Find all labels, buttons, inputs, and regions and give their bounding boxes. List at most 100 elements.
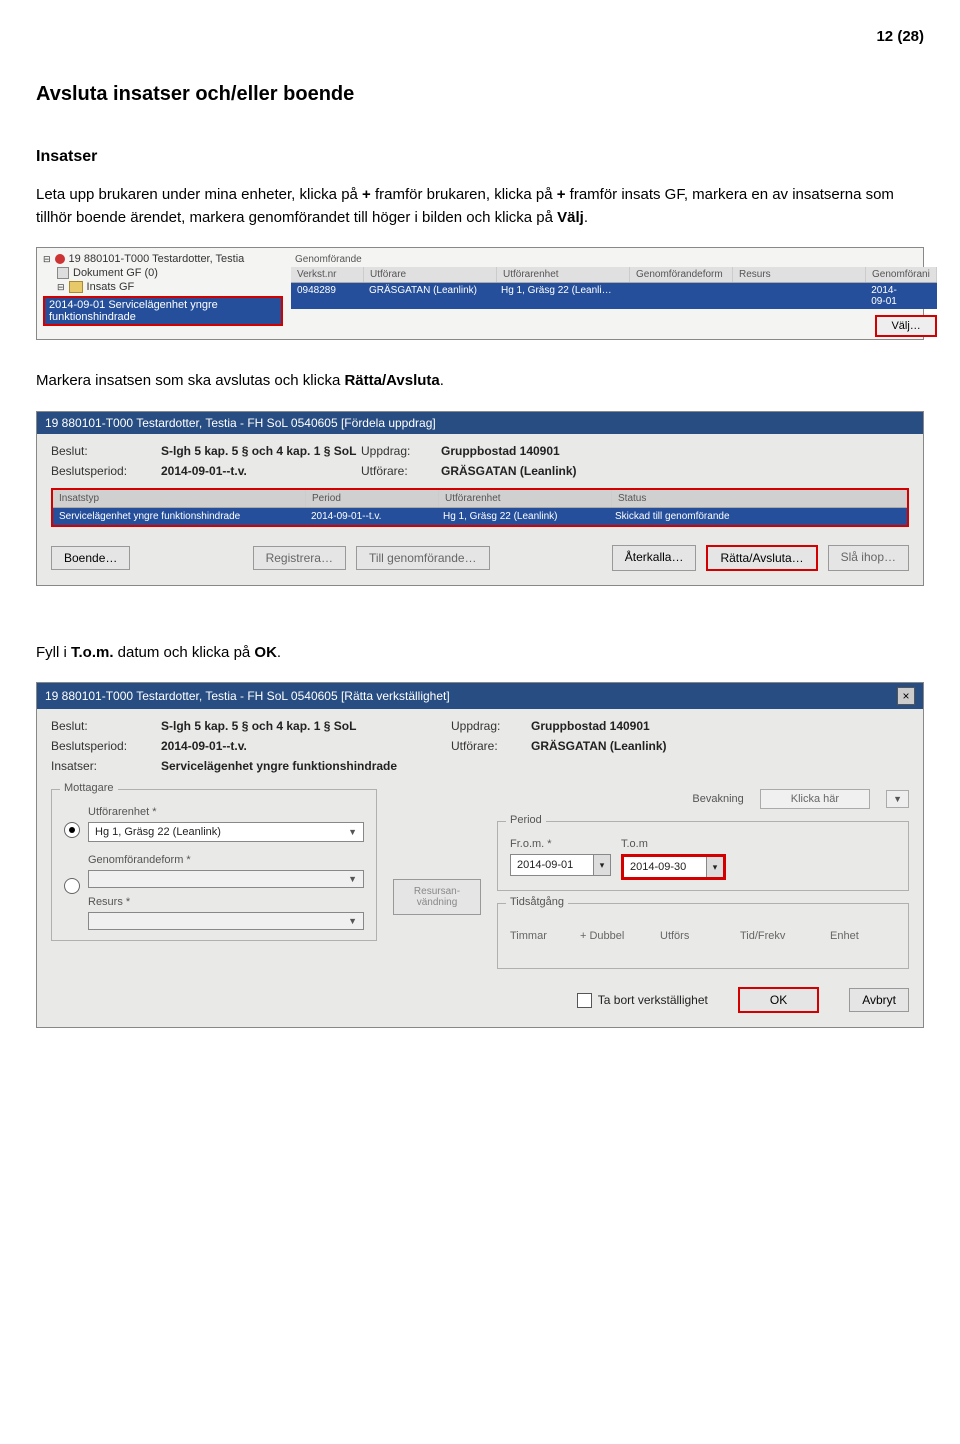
valj-button[interactable]: Välj… (875, 315, 936, 337)
cell-utforarenhet2: Hg 1, Gräsg 22 (Leanlink) (437, 508, 609, 525)
tree-row-selected[interactable]: 2014-09-01 Servicelägenhet yngre funktio… (43, 296, 283, 326)
para2-bold: Rätta/Avsluta (344, 372, 439, 389)
lbl-period: Beslutsperiod: (51, 464, 161, 478)
cell-verkstnr: 0948289 (291, 283, 363, 309)
para2-end: . (440, 372, 444, 389)
tree-selected-label: 2014-09-01 Servicelägenhet yngre funktio… (49, 299, 277, 323)
screenshot-2: 19 880101-T000 Testardotter, Testia - FH… (36, 411, 924, 586)
tree-dokument-label: Dokument GF (0) (73, 267, 158, 279)
col-utfors: Utförs (660, 930, 730, 942)
aterkalla-button[interactable]: Återkalla… (612, 545, 697, 571)
ok-button[interactable]: OK (738, 987, 819, 1013)
fieldset-tidsatgang: Tidsåtgång Timmar + Dubbel Utförs Tid/Fr… (497, 903, 909, 969)
screenshot-1: ⊟ 19 880101-T000 Testardotter, Testia Do… (36, 247, 924, 340)
val-utforare: GRÄSGATAN (Leanlink) (441, 464, 909, 478)
val3-insatser: Servicelägenhet yngre funktionshindrade (161, 759, 909, 773)
col-verkstnr: Verkst.nr (291, 267, 364, 282)
close-icon[interactable]: × (897, 687, 915, 705)
cell-insatstyp: Servicelägenhet yngre funktionshindrade (53, 508, 305, 525)
val3-uppdrag: Gruppbostad 140901 (531, 719, 909, 733)
col-insatstyp: Insatstyp (53, 490, 306, 507)
document-icon (57, 267, 69, 279)
lbl-utforarenhet: Utförarenhet * (88, 806, 364, 818)
grid-row-selected[interactable]: 0948289 GRÄSGATAN (Leanlink) Hg 1, Gräsg… (291, 283, 937, 309)
cell-period: 2014-09-01--t.v. (305, 508, 437, 525)
val3-period: 2014-09-01--t.v. (161, 739, 451, 753)
cell-status: Skickad till genomförande (609, 508, 907, 525)
window-title-3: 19 880101-T000 Testardotter, Testia - FH… (45, 689, 450, 703)
para-1: Leta upp brukaren under mina enheter, kl… (36, 184, 924, 229)
para1-end: . (584, 209, 588, 226)
para1-text: Leta upp brukaren under mina enheter, kl… (36, 186, 362, 203)
chevron-down-icon: ▼ (348, 874, 357, 884)
para3-mid: datum och klicka på (114, 644, 255, 661)
para1-plus1: + (362, 186, 371, 203)
avbryt-button[interactable]: Avbryt (849, 988, 909, 1012)
col-utforarenhet2: Utförarenhet (439, 490, 612, 507)
col-enhet: Enhet (830, 930, 890, 942)
para-3: Fyll i T.o.m. datum och klicka på OK. (36, 642, 924, 665)
tree-row-user[interactable]: ⊟ 19 880101-T000 Testardotter, Testia (43, 252, 283, 266)
dropdown-genomforandeform[interactable]: ▼ (88, 870, 364, 888)
legend-mottagare: Mottagare (60, 782, 118, 794)
radio-utforarenhet[interactable] (64, 822, 80, 838)
cell-resurs (729, 283, 861, 309)
val-from-date: 2014-09-01 (511, 856, 593, 874)
val-beslut: S-lgh 5 kap. 5 § och 4 kap. 1 § SoL (161, 444, 361, 458)
legend-period: Period (506, 814, 546, 826)
input-to-date[interactable]: 2014-09-30 ▾ (621, 854, 726, 880)
lbl-ta-bort: Ta bort verkställighet (598, 993, 708, 1007)
para3-bold2: OK (254, 644, 277, 661)
para-2: Markera insatsen som ska avslutas och kl… (36, 370, 924, 393)
registrera-button[interactable]: Registrera… (253, 546, 346, 570)
lbl-resurs: Resurs * (88, 896, 364, 908)
calendar-icon[interactable]: ▾ (593, 855, 610, 875)
para1-mid1: framför brukaren, klicka på (371, 186, 557, 203)
lbl-beslut: Beslut: (51, 444, 161, 458)
val-to-date: 2014-09-30 (624, 858, 706, 876)
lbl3-period: Beslutsperiod: (51, 739, 161, 753)
lbl-uppdrag: Uppdrag: (361, 444, 441, 458)
lbl-genomforandeform: Genomförandeform * (88, 854, 364, 866)
boende-button[interactable]: Boende… (51, 546, 130, 570)
val3-beslut: S-lgh 5 kap. 5 § och 4 kap. 1 § SoL (161, 719, 451, 733)
lbl3-beslut: Beslut: (51, 719, 161, 733)
lbl-bevakning: Bevakning (692, 793, 743, 805)
radio-genomforandeform[interactable] (64, 878, 80, 894)
calendar-icon[interactable]: ▾ (706, 857, 723, 877)
input-from-date[interactable]: 2014-09-01 ▾ (510, 854, 611, 876)
lbl-tom: T.o.m (621, 838, 726, 850)
ratta-avsluta-button[interactable]: Rätta/Avsluta… (706, 545, 817, 571)
val3-utforare: GRÄSGATAN (Leanlink) (531, 739, 909, 753)
page-number: 12 (28) (36, 28, 924, 45)
para2-before: Markera insatsen som ska avslutas och kl… (36, 372, 344, 389)
cell-genomforandeform (627, 283, 729, 309)
col-dubbel: + Dubbel (580, 930, 650, 942)
folder-icon (69, 281, 83, 293)
sla-ihop-button[interactable]: Slå ihop… (828, 545, 909, 571)
val-uppdrag: Gruppbostad 140901 (441, 444, 909, 458)
chevron-down-icon[interactable]: ▼ (886, 790, 909, 808)
tree-row-insats[interactable]: ⊟ Insats GF (43, 280, 283, 294)
col-tidfrekv: Tid/Frekv (740, 930, 820, 942)
col-resurs: Resurs (733, 267, 866, 282)
checkbox-ta-bort[interactable]: Ta bort verkställighet (577, 993, 708, 1008)
lbl3-insatser: Insatser: (51, 759, 161, 773)
cell-utforarenhet: Hg 1, Gräsg 22 (Leanli… (495, 283, 627, 309)
col-utforare: Utförare (364, 267, 497, 282)
col-timmar: Timmar (510, 930, 570, 942)
resursanvandning-button[interactable]: Resursan- vändning (393, 879, 481, 915)
para3-before: Fyll i (36, 644, 71, 661)
till-genomforande-button[interactable]: Till genomförande… (356, 546, 490, 570)
table-row[interactable]: Servicelägenhet yngre funktionshindrade … (53, 508, 907, 525)
cell-date: 2014-09-01 (861, 283, 937, 309)
tree-insats-label: Insats GF (87, 281, 135, 293)
tree-row-dokument[interactable]: Dokument GF (0) (43, 266, 283, 280)
dropdown-resurs[interactable]: ▼ (88, 912, 364, 930)
grid-header: Verkst.nr Utförare Utförarenhet Genomför… (291, 267, 937, 283)
fieldset-period: Period Fr.o.m. * 2014-09-01 ▾ T.o.m (497, 821, 909, 891)
lbl3-utforare: Utförare: (451, 739, 531, 753)
dropdown-utforarenhet[interactable]: Hg 1, Gräsg 22 (Leanlink) ▼ (88, 822, 364, 842)
tree-user-label: 19 880101-T000 Testardotter, Testia (69, 253, 245, 265)
bevakning-button[interactable]: Klicka här (760, 789, 870, 809)
